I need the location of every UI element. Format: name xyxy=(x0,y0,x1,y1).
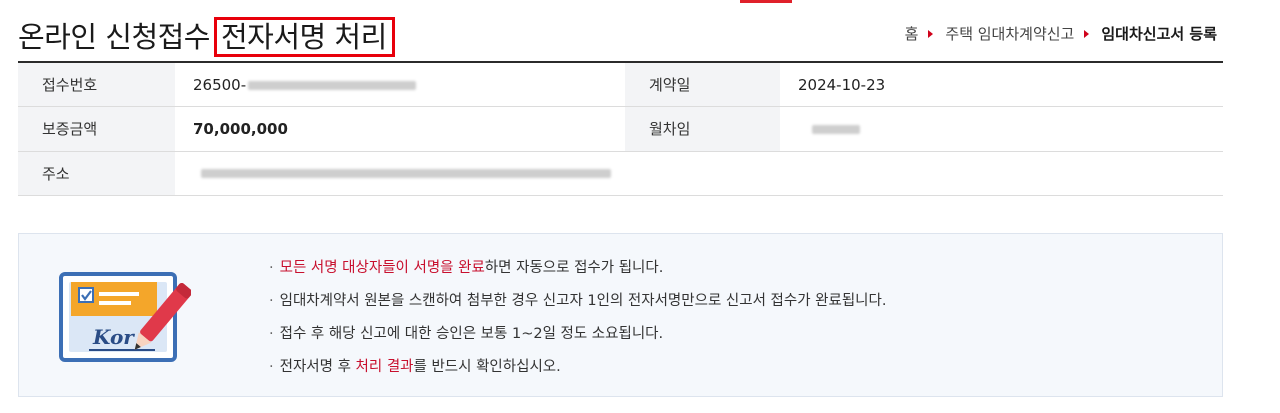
monthly-rent-label: 월차임 xyxy=(625,106,780,152)
address-cell xyxy=(175,151,1223,196)
page-title-prefix: 온라인 신청접수 xyxy=(18,20,210,54)
table-row: 보증금액 70,000,000 월차임 xyxy=(18,106,1223,152)
notice-list: · 모든 서명 대상자들이 서명을 완료하면 자동으로 접수가 됩니다. · 임대차… xyxy=(269,252,886,384)
notice-line2-text: 임대차계약서 원본을 스캔하여 첨부한 경우 신고자 1인의 전자서명만으로 신… xyxy=(279,293,887,309)
redacted-value xyxy=(812,124,860,134)
notice-line4-text-b: 를 반드시 확인하십시오. xyxy=(413,359,561,375)
breadcrumb-level1[interactable]: 주택 임대차계약신고 xyxy=(945,23,1074,44)
monthly-rent-cell xyxy=(780,106,1223,152)
page-title-highlight: 전자서명 처리 xyxy=(213,17,395,57)
triangle-right-icon xyxy=(928,29,934,38)
contract-date-label: 계약일 xyxy=(625,62,780,107)
bullet: · xyxy=(269,260,274,276)
table-row: 주소 xyxy=(18,151,1223,196)
bullet: · xyxy=(269,359,274,375)
contract-date-value: 2024-10-23 xyxy=(780,62,1223,107)
list-item: · 모든 서명 대상자들이 서명을 완료하면 자동으로 접수가 됩니다. xyxy=(269,252,886,285)
table-row: 접수번호 26500- 계약일 2024-10-23 xyxy=(18,62,1223,107)
page-title: 온라인 신청접수 전자서명 처리 xyxy=(18,14,395,57)
bullet: · xyxy=(269,293,274,309)
deposit-value: 70,000,000 xyxy=(175,106,625,152)
breadcrumb-current: 임대차신고서 등록 xyxy=(1101,25,1217,43)
title-row: 온라인 신청접수 전자서명 처리 홈 주택 임대차계약신고 임대차신고서 등록 xyxy=(18,8,1223,60)
notice-line3-text: 접수 후 해당 신고에 대한 승인은 보통 1~2일 정도 소요됩니다. xyxy=(279,326,664,342)
notice-line1-highlight: 모든 서명 대상자들이 서명을 완료 xyxy=(279,260,485,276)
notice-line4-highlight: 처리 결과 xyxy=(355,359,414,375)
receipt-info-table: 접수번호 26500- 계약일 2024-10-23 보증금액 70,000,0… xyxy=(18,61,1223,196)
list-item: · 접수 후 해당 신고에 대한 승인은 보통 1~2일 정도 소요됩니다. xyxy=(269,318,886,351)
address-label: 주소 xyxy=(18,151,175,196)
top-accent-bar xyxy=(740,0,792,3)
breadcrumb: 홈 주택 임대차계약신고 임대차신고서 등록 xyxy=(905,23,1217,44)
list-item: · 임대차계약서 원본을 스캔하여 첨부한 경우 신고자 1인의 전자서명만으로 … xyxy=(269,285,886,318)
deposit-label: 보증금액 xyxy=(18,106,175,152)
notice-line4-text-a: 전자서명 후 xyxy=(279,359,356,375)
bullet: · xyxy=(269,326,274,342)
breadcrumb-home[interactable]: 홈 xyxy=(905,23,919,44)
receipt-no-cell: 26500- xyxy=(175,62,625,107)
signed-document-pen-icon: Kor xyxy=(59,272,191,362)
redacted-value xyxy=(201,169,611,179)
redacted-value xyxy=(248,80,417,90)
notice-line1-text: 하면 자동으로 접수가 됩니다. xyxy=(484,260,664,276)
list-item: · 전자서명 후 처리 결과를 반드시 확인하십시오. xyxy=(269,351,886,384)
notice-box: Kor · 모든 서명 대상자들이 서명을 완료하면 자동으로 접수가 됩니다. … xyxy=(18,233,1223,397)
receipt-no-value: 26500- xyxy=(193,75,247,94)
receipt-no-label: 접수번호 xyxy=(18,62,175,107)
icon-logo-text: Kor xyxy=(92,325,135,349)
triangle-right-icon xyxy=(1084,29,1090,38)
